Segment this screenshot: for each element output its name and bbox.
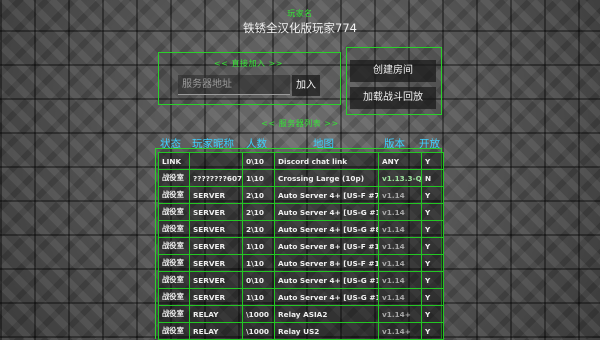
load-replay-button[interactable]: 加载战斗回放 <box>350 87 436 109</box>
server-open-cell: Y <box>421 322 444 340</box>
server-map-cell: Relay US2 <box>274 322 379 340</box>
server-row[interactable]: LINK 0\10 Discord chat link ANY Y <box>158 152 444 170</box>
server-count-cell: \1000 <box>242 322 275 340</box>
server-count-cell: \1000 <box>242 305 275 323</box>
server-version-cell: v1.14 <box>378 220 422 238</box>
server-count-cell: 2\10 <box>242 203 275 221</box>
server-status-cell: 战役室 <box>158 237 190 255</box>
direct-join-title: << 直接加入 >> <box>214 59 283 68</box>
server-player-cell: SERVER <box>189 203 243 221</box>
server-row[interactable]: 战役室 SERVER 2\10 Auto Server 4+ [US-F #7] v1.… <box>158 186 444 204</box>
server-status-cell: 战役室 <box>158 271 190 289</box>
server-version-cell: v1.14 <box>378 254 422 272</box>
server-count-cell: 2\10 <box>242 220 275 238</box>
server-status-cell: 战役室 <box>158 305 190 323</box>
server-player-cell: RELAY <box>189 305 243 323</box>
server-status-cell: 战役室 <box>158 203 190 221</box>
server-row[interactable]: 战役室 SERVER 1\10 Auto Server 8+ [US-F #15] v1… <box>158 237 444 255</box>
server-status-cell: LINK <box>158 152 190 170</box>
server-count-cell: 1\10 <box>242 254 275 272</box>
server-count-cell: 1\10 <box>242 237 275 255</box>
server-row[interactable]: 战役室 RELAY \1000 Relay US2 v1.14+ Y <box>158 322 444 340</box>
server-open-cell: Y <box>421 271 444 289</box>
server-open-cell: N <box>421 169 444 187</box>
server-open-cell: Y <box>421 203 444 221</box>
server-row[interactable]: 战役室 SERVER 2\10 Auto Server 4+ [US-G #8] v1.… <box>158 220 444 238</box>
server-row[interactable]: 战役室 SERVER 2\10 Auto Server 4+ [US-G #10] v1… <box>158 203 444 221</box>
server-row[interactable]: 战役室 ????????607 1\10 Crossing Large (10p) v1… <box>158 169 444 187</box>
server-open-cell: Y <box>421 220 444 238</box>
server-status-cell: 战役室 <box>158 169 190 187</box>
server-map-cell: Auto Server 4+ [US-G #8] <box>274 220 379 238</box>
server-open-cell: Y <box>421 237 444 255</box>
server-open-cell: Y <box>421 305 444 323</box>
server-version-cell: v1.14 <box>378 237 422 255</box>
server-player-cell: RELAY <box>189 322 243 340</box>
server-player-cell: SERVER <box>189 186 243 204</box>
server-count-cell: 2\10 <box>242 186 275 204</box>
server-status-cell: 战役室 <box>158 186 190 204</box>
server-map-cell: Discord chat link <box>274 152 379 170</box>
server-player-cell: SERVER <box>189 288 243 306</box>
server-map-cell: Auto Server 4+ [US-G #13] <box>274 288 379 306</box>
server-player-cell <box>189 152 243 170</box>
server-open-cell: Y <box>421 254 444 272</box>
server-status-cell: 战役室 <box>158 322 190 340</box>
server-count-cell: 1\10 <box>242 288 275 306</box>
server-row[interactable]: 战役室 SERVER 1\10 Auto Server 4+ [US-G #13] v1… <box>158 288 444 306</box>
server-status-cell: 战役室 <box>158 288 190 306</box>
server-map-cell: Crossing Large (10p) <box>274 169 379 187</box>
server-status-cell: 战役室 <box>158 254 190 272</box>
server-map-cell: Auto Server 4+ [US-G #12] <box>274 271 379 289</box>
server-open-cell: Y <box>421 152 444 170</box>
server-player-cell: SERVER <box>189 271 243 289</box>
server-row[interactable]: 战役室 RELAY \1000 Relay ASIA2 v1.14+ Y <box>158 305 444 323</box>
server-list-title: << 服务器列表 >> <box>261 119 339 128</box>
server-open-cell: Y <box>421 288 444 306</box>
server-status-cell: 战役室 <box>158 220 190 238</box>
server-count-cell: 0\10 <box>242 271 275 289</box>
server-version-cell: ANY <box>378 152 422 170</box>
server-count-cell: 0\10 <box>242 152 275 170</box>
server-map-cell: Auto Server 8+ [US-F #16] <box>274 254 379 272</box>
server-map-cell: Relay ASIA2 <box>274 305 379 323</box>
server-player-cell: SERVER <box>189 254 243 272</box>
server-map-cell: Auto Server 8+ [US-F #15] <box>274 237 379 255</box>
server-table: LINK 0\10 Discord chat link ANY Y 战役室????????… <box>158 152 444 340</box>
player-name-label: 玩家名 <box>287 9 313 18</box>
server-version-cell: v1.14 <box>378 288 422 306</box>
server-player-cell: SERVER <box>189 220 243 238</box>
server-map-cell: Auto Server 4+ [US-F #7] <box>274 186 379 204</box>
server-version-cell: v1.14 <box>378 271 422 289</box>
server-row[interactable]: 战役室 SERVER 0\10 Auto Server 4+ [US-G #12] v1… <box>158 271 444 289</box>
server-map-cell: Auto Server 4+ [US-G #10] <box>274 203 379 221</box>
server-version-cell: v1.14+ <box>378 322 422 340</box>
server-version-cell: v1.13.3-Q <box>378 169 422 187</box>
join-button[interactable]: 加入 <box>292 75 320 96</box>
server-count-cell: 1\10 <box>242 169 275 187</box>
create-room-button[interactable]: 创建房间 <box>350 60 436 82</box>
server-open-cell: Y <box>421 186 444 204</box>
server-player-cell: SERVER <box>189 237 243 255</box>
server-player-cell: ????????607 <box>189 169 243 187</box>
server-version-cell: v1.14 <box>378 203 422 221</box>
server-version-cell: v1.14 <box>378 186 422 204</box>
server-version-cell: v1.14+ <box>378 305 422 323</box>
server-row[interactable]: 战役室 SERVER 1\10 Auto Server 8+ [US-F #16] v1… <box>158 254 444 272</box>
server-address-input[interactable] <box>178 75 290 95</box>
player-name[interactable]: 铁锈全汉化版玩家774 <box>0 20 600 36</box>
